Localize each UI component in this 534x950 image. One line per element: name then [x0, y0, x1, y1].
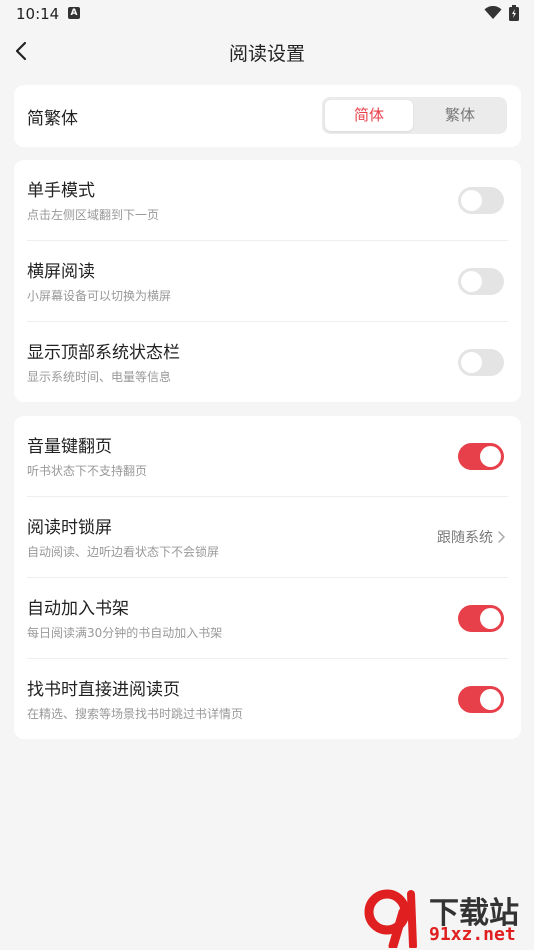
setting-title: 单手模式 [27, 181, 95, 201]
setting-landscape-reading: 横屏阅读 小屏幕设备可以切换为横屏 [14, 241, 521, 322]
a-box-icon: A [68, 7, 80, 19]
toggle-knob [461, 271, 482, 292]
lock-screen-value: 跟随系统 [437, 530, 493, 546]
setting-title: 音量键翻页 [27, 437, 112, 457]
setting-title: 找书时直接进阅读页 [27, 680, 180, 700]
setting-subtitle: 每日阅读满30分钟的书自动加入书架 [27, 626, 223, 640]
toggle-knob [461, 352, 482, 373]
setting-auto-add-shelf: 自动加入书架 每日阅读满30分钟的书自动加入书架 [14, 578, 521, 659]
watermark-url: 91xz.net [429, 924, 516, 945]
toggle-knob [480, 689, 501, 710]
setting-title: 横屏阅读 [27, 262, 95, 282]
setting-one-hand-mode: 单手模式 点击左侧区域翻到下一页 [14, 160, 521, 241]
direct-to-reader-toggle[interactable] [458, 686, 504, 713]
script-card: 简繁体 简体 繁体 [14, 85, 521, 147]
setting-direct-to-reader: 找书时直接进阅读页 在精选、搜索等场景找书时跳过书详情页 [14, 659, 521, 740]
status-bar: 10:14 A [0, 0, 534, 28]
setting-volume-key-turn: 音量键翻页 听书状态下不支持翻页 [14, 416, 521, 497]
watermark-logo-icon [364, 889, 417, 948]
setting-subtitle: 小屏幕设备可以切换为横屏 [27, 289, 172, 303]
option-simplified[interactable]: 简体 [325, 100, 413, 131]
setting-subtitle: 自动阅读、边听边看状态下不会锁屏 [27, 545, 220, 559]
setting-subtitle: 听书状态下不支持翻页 [27, 464, 148, 478]
auto-add-shelf-toggle[interactable] [458, 605, 504, 632]
volume-key-turn-toggle[interactable] [458, 443, 504, 470]
toggle-knob [480, 446, 501, 467]
setting-subtitle: 显示系统时间、电量等信息 [27, 370, 172, 384]
one-hand-mode-toggle[interactable] [458, 187, 504, 214]
setting-title: 显示顶部系统状态栏 [27, 343, 180, 363]
page-title: 阅读设置 [228, 43, 305, 65]
setting-title: 自动加入书架 [27, 599, 129, 619]
show-status-bar-toggle[interactable] [458, 349, 504, 376]
watermark: 下载站 91xz.net [363, 888, 533, 948]
reading-behavior-card: 音量键翻页 听书状态下不支持翻页 阅读时锁屏 自动阅读、边听边看状态下不会锁屏 … [14, 416, 521, 739]
battery-icon [509, 5, 519, 21]
chevron-right-icon [498, 531, 505, 543]
toggle-knob [480, 608, 501, 629]
toggle-knob [461, 190, 482, 211]
wifi-icon [484, 6, 502, 19]
option-traditional[interactable]: 繁体 [416, 100, 504, 131]
setting-subtitle: 点击左侧区域翻到下一页 [27, 208, 160, 222]
nav-bar: 阅读设置 [0, 28, 534, 74]
setting-lock-screen[interactable]: 阅读时锁屏 自动阅读、边听边看状态下不会锁屏 跟随系统 [14, 497, 521, 578]
display-settings-card: 单手模式 点击左侧区域翻到下一页 横屏阅读 小屏幕设备可以切换为横屏 显示顶部系… [14, 160, 521, 402]
setting-show-status-bar: 显示顶部系统状态栏 显示系统时间、电量等信息 [14, 322, 521, 403]
landscape-reading-toggle[interactable] [458, 268, 504, 295]
setting-subtitle: 在精选、搜索等场景找书时跳过书详情页 [27, 707, 244, 721]
script-segmented-control: 简体 繁体 [322, 97, 507, 134]
setting-title: 阅读时锁屏 [27, 518, 112, 538]
status-time: 10:14 [16, 5, 60, 23]
script-label: 简繁体 [27, 109, 78, 129]
